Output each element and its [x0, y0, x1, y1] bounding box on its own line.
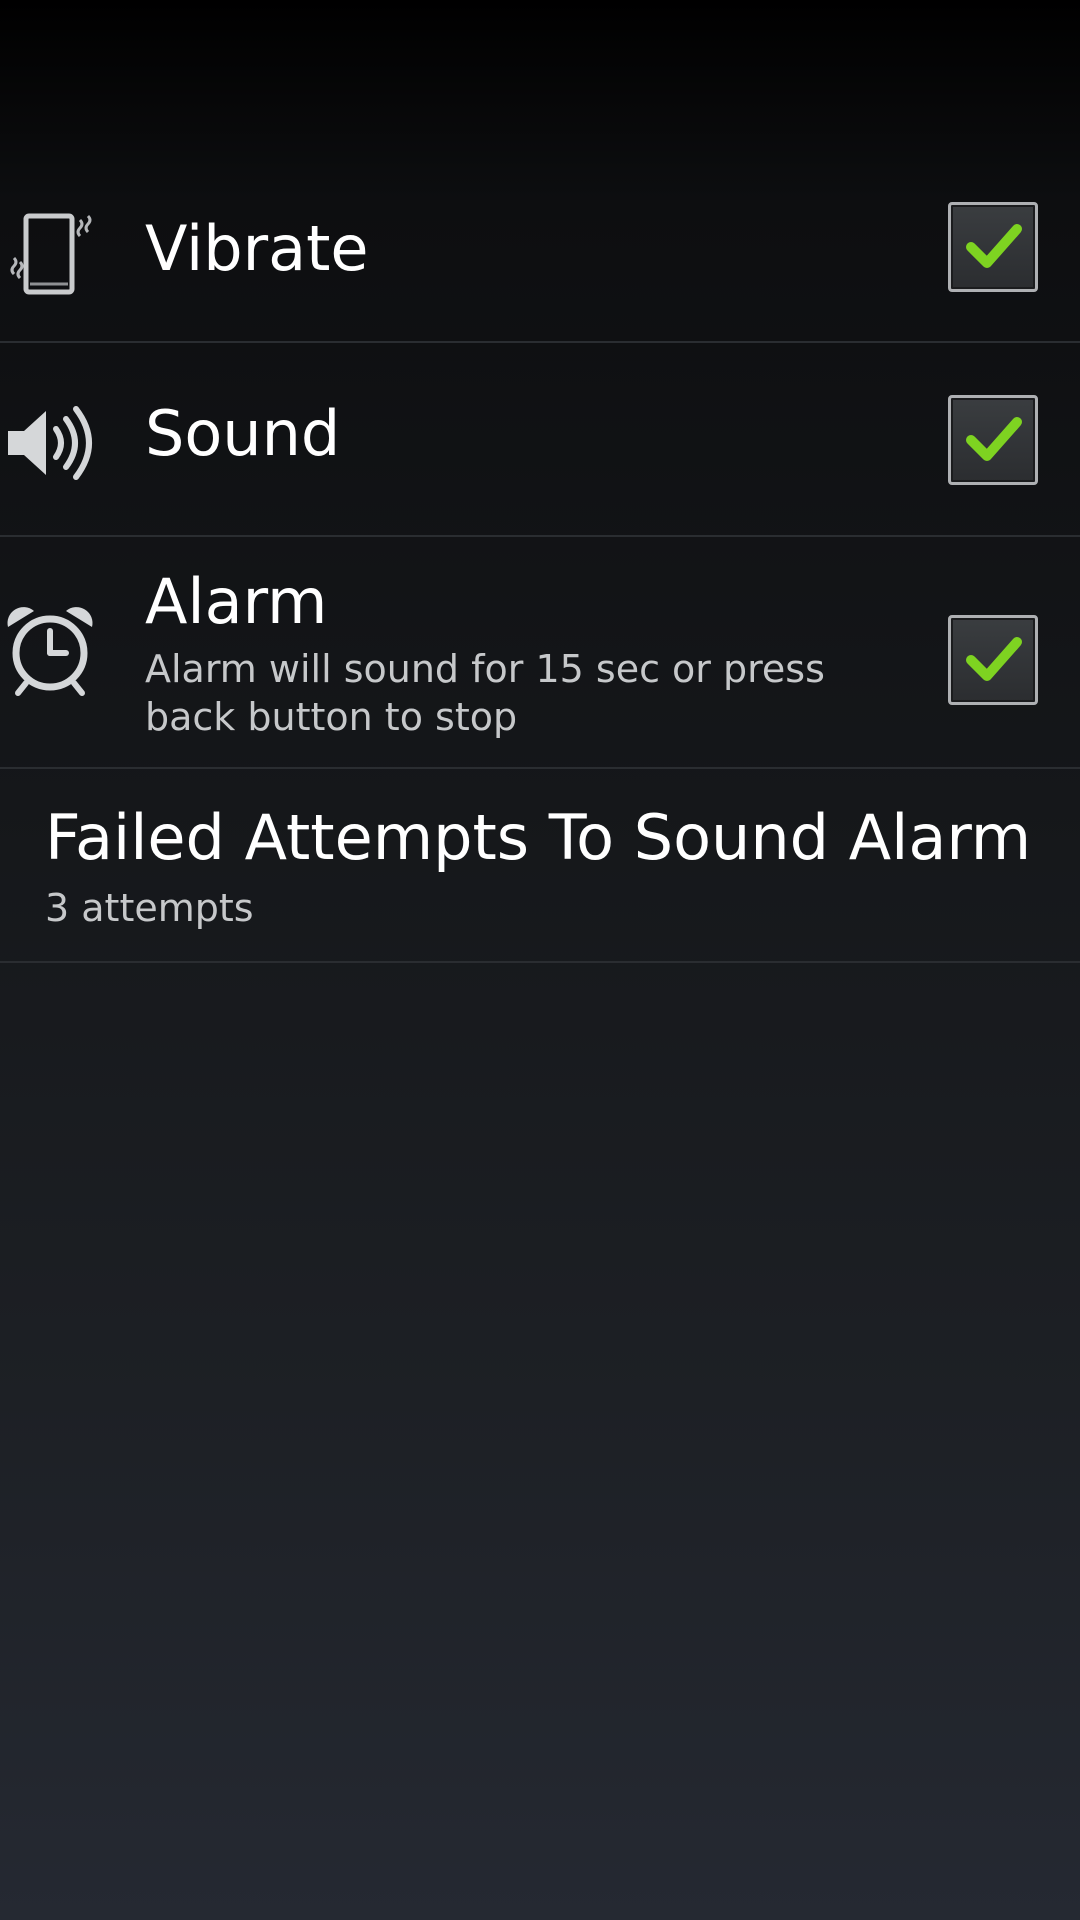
failed-attempts-setting-row[interactable]: Failed Attempts To Sound Alarm 3 attempt…: [0, 769, 1080, 963]
failed-attempts-summary: 3 attempts: [45, 886, 254, 930]
check-mark-icon: [966, 417, 1022, 461]
alarm-summary: Alarm will sound for 15 sec or press bac…: [145, 647, 825, 739]
alarm-checkbox[interactable]: [948, 615, 1038, 705]
check-mark-icon: [966, 224, 1022, 268]
check-mark-icon: [966, 637, 1022, 681]
vibrate-phone-icon: [0, 206, 100, 306]
sound-setting-row[interactable]: Sound: [0, 343, 1080, 537]
vibrate-checkbox[interactable]: [948, 202, 1038, 292]
vibrate-setting-row[interactable]: Vibrate: [0, 170, 1080, 343]
sound-title: Sound: [145, 397, 341, 470]
alarm-clock-icon: [0, 599, 100, 699]
failed-attempts-title: Failed Attempts To Sound Alarm: [45, 801, 1032, 874]
alarm-title: Alarm: [145, 565, 328, 638]
speaker-icon: [0, 393, 100, 493]
settings-list: Vibrate Sound Alarm Alarm will sound for…: [0, 170, 1080, 963]
alarm-setting-row[interactable]: Alarm Alarm will sound for 15 sec or pre…: [0, 537, 1080, 769]
vibrate-title: Vibrate: [145, 212, 369, 285]
sound-checkbox[interactable]: [948, 395, 1038, 485]
